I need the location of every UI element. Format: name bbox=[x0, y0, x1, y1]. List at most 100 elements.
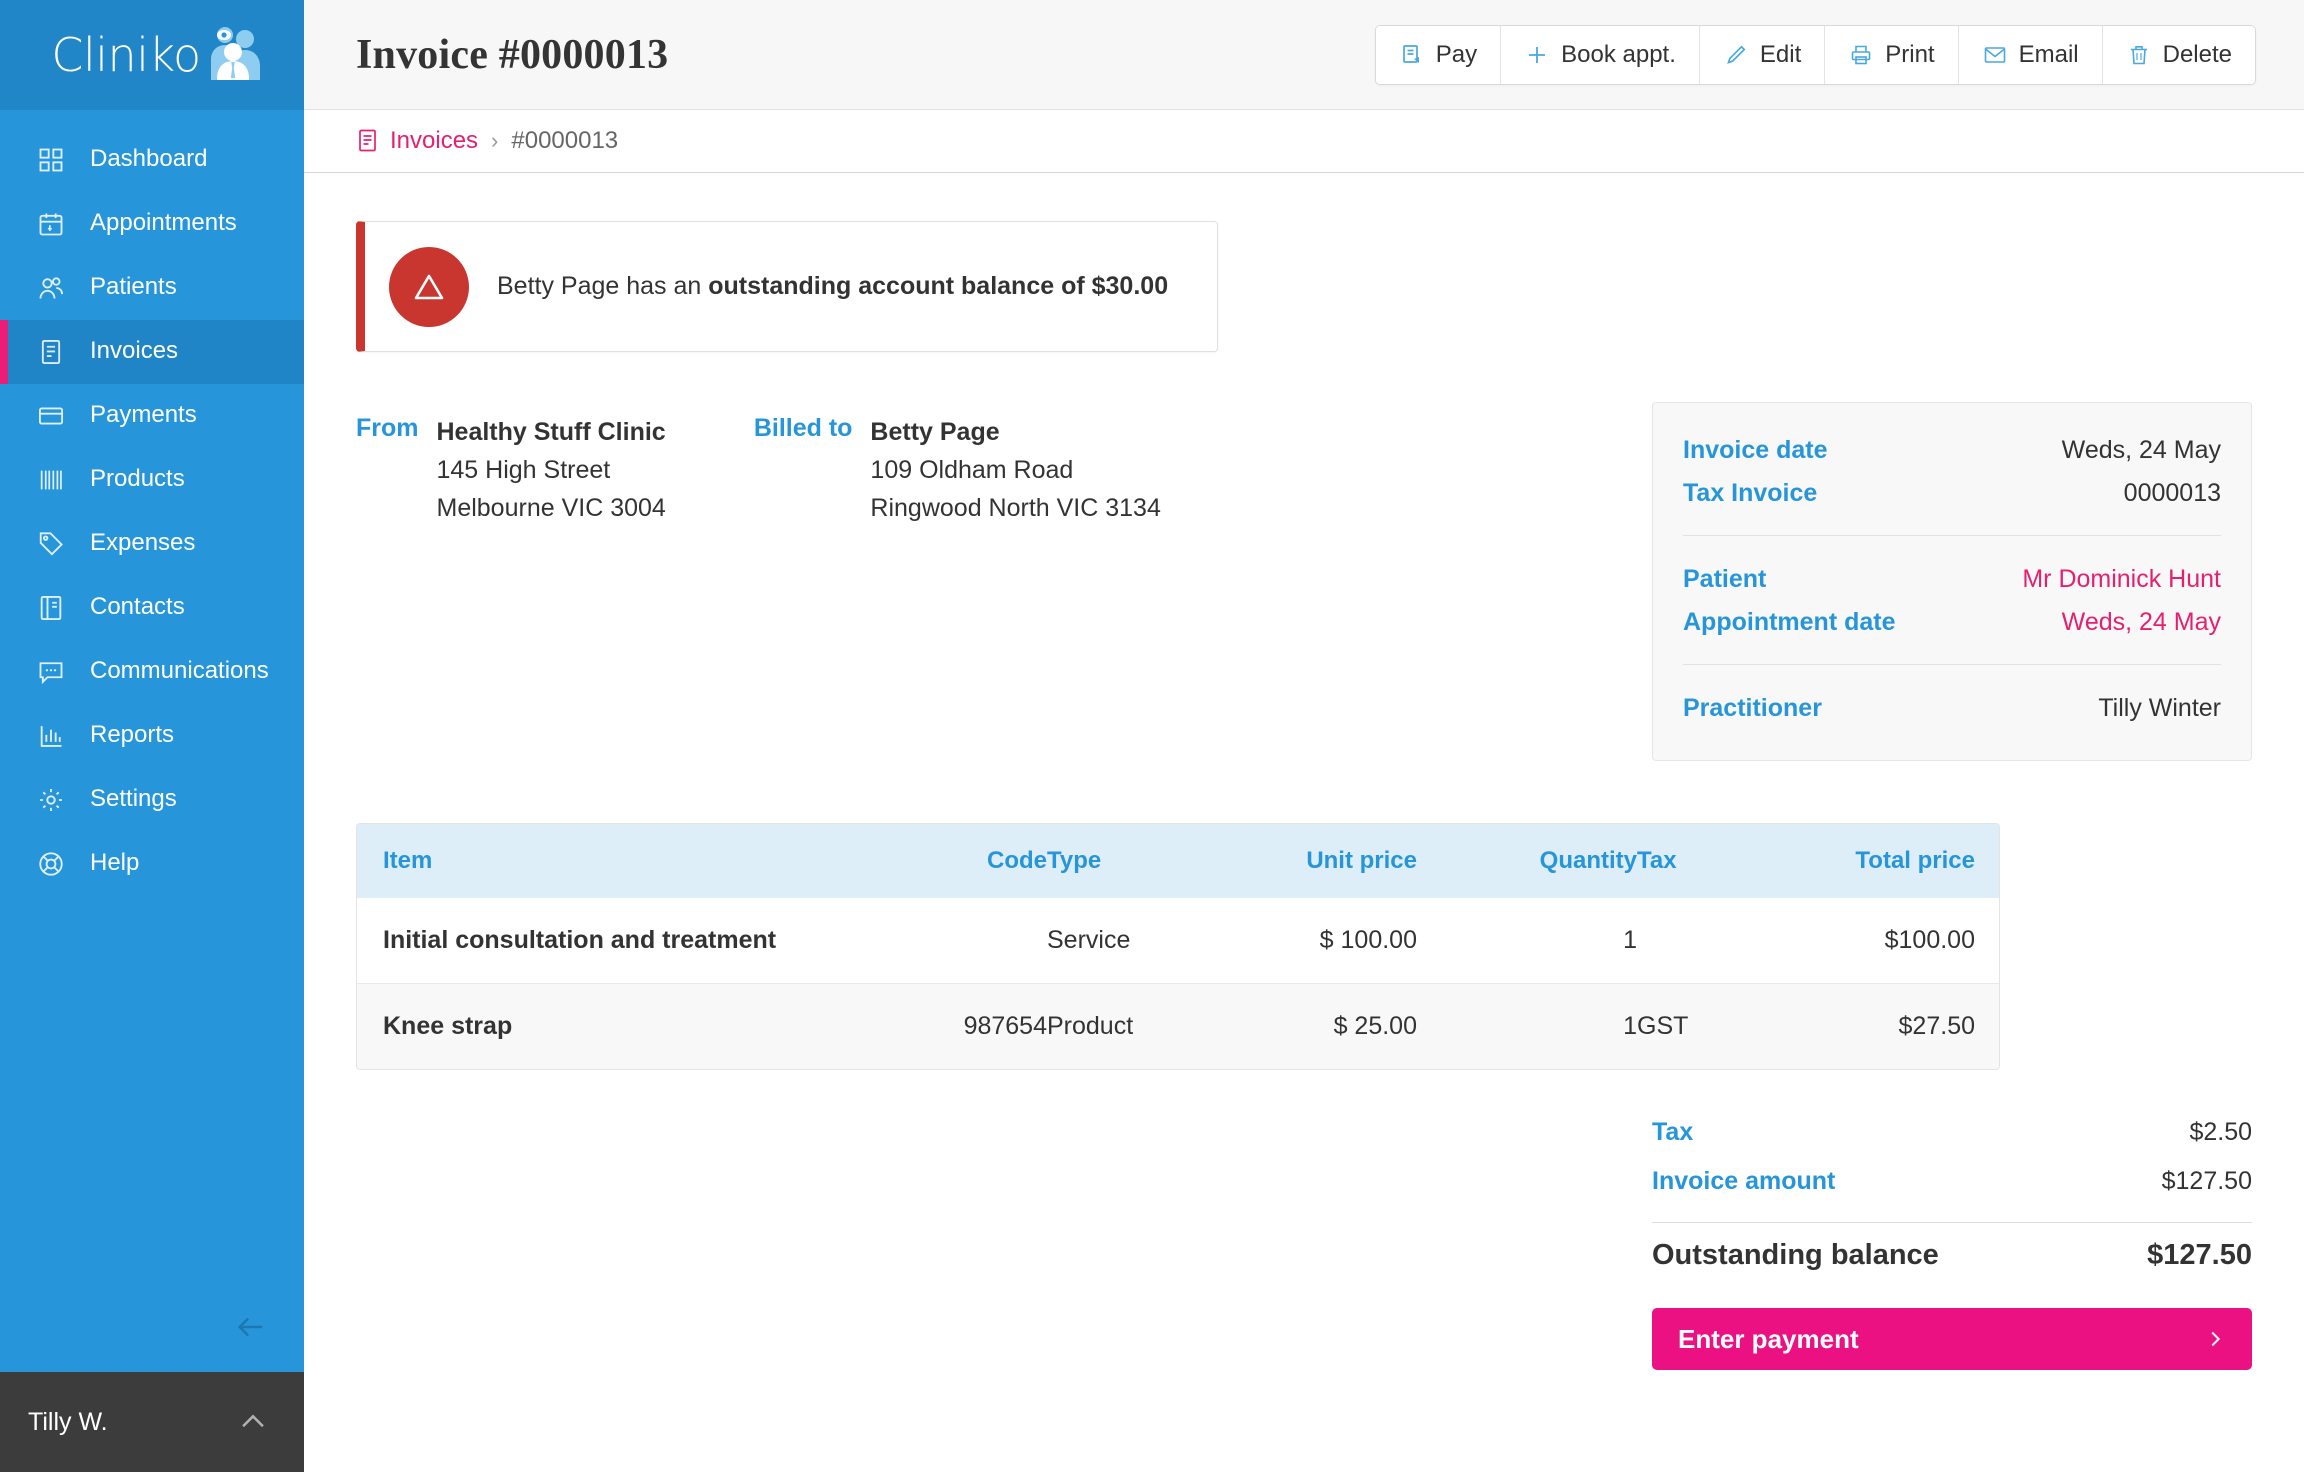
party-line2: Ringwood North VIC 3134 bbox=[870, 494, 1160, 522]
breadcrumb: Invoices › #0000013 bbox=[304, 110, 2304, 173]
appointment-date-link[interactable]: Weds, 24 May bbox=[2062, 608, 2221, 637]
address-book-icon bbox=[34, 591, 68, 625]
invoice-icon bbox=[34, 335, 68, 369]
edit-button[interactable]: Edit bbox=[1700, 26, 1825, 84]
detail-row: Practitioner Tilly Winter bbox=[1683, 687, 2221, 730]
totals-divider bbox=[1652, 1222, 2252, 1223]
barcode-icon bbox=[34, 463, 68, 497]
sidebar-item-label: Help bbox=[90, 851, 139, 877]
party-line1: 145 High Street bbox=[437, 456, 611, 484]
chevron-up-icon bbox=[236, 1405, 270, 1439]
book-appointment-button[interactable]: Book appt. bbox=[1501, 26, 1700, 84]
outstanding-balance-alert: Betty Page has an outstanding account ba… bbox=[356, 221, 1218, 352]
column-header-tax: Tax bbox=[1637, 824, 1797, 898]
table-row: Initial consultation and treatment Servi… bbox=[357, 898, 2000, 984]
sidebar-item-invoices[interactable]: Invoices bbox=[0, 320, 304, 384]
party-billed-to: Billed to Betty Page 109 Oldham Road Rin… bbox=[754, 413, 1161, 527]
detail-group: Patient Mr Dominick Hunt Appointment dat… bbox=[1683, 535, 2221, 644]
cell-unit-price: $ 25.00 bbox=[1197, 984, 1417, 1070]
delete-button[interactable]: Delete bbox=[2103, 26, 2255, 84]
alert-text-plain: Betty Page has an bbox=[497, 272, 708, 300]
arrow-left-icon[interactable] bbox=[234, 1310, 268, 1344]
page-header: Invoice #0000013 Pay bbox=[304, 0, 2304, 110]
sidebar-item-products[interactable]: Products bbox=[0, 448, 304, 512]
party-address: Healthy Stuff Clinic 145 High Street Mel… bbox=[437, 413, 666, 527]
invoice-items-table: Item Code Type Unit price Quantity Tax T… bbox=[356, 823, 2000, 1070]
grid-icon bbox=[34, 143, 68, 177]
sidebar-item-help[interactable]: Help bbox=[0, 832, 304, 896]
invoice-detail-card: Invoice date Weds, 24 May Tax Invoice 00… bbox=[1652, 402, 2252, 761]
sidebar-collapse-row bbox=[0, 1282, 304, 1372]
cell-item: Initial consultation and treatment bbox=[357, 898, 817, 984]
detail-key: Tax Invoice bbox=[1683, 479, 1817, 508]
email-button[interactable]: Email bbox=[1959, 26, 2103, 84]
table-row: Knee strap 987654 Product $ 25.00 1 GST … bbox=[357, 984, 2000, 1070]
cell-quantity: 1 bbox=[1417, 984, 1637, 1070]
sidebar-item-label: Payments bbox=[90, 403, 197, 429]
totals-value: $2.50 bbox=[2189, 1118, 2252, 1147]
alert-text-bold: outstanding account balance of $30.00 bbox=[708, 272, 1168, 300]
column-header-total-price: Total price bbox=[1797, 824, 2000, 898]
people-icon bbox=[34, 271, 68, 305]
cliniko-people-logo-icon bbox=[203, 26, 263, 84]
sidebar-item-contacts[interactable]: Contacts bbox=[0, 576, 304, 640]
column-header-unit-price: Unit price bbox=[1197, 824, 1417, 898]
print-button[interactable]: Print bbox=[1825, 26, 1958, 84]
invoice-icon bbox=[356, 128, 380, 154]
parties: From Healthy Stuff Clinic 145 High Stree… bbox=[356, 402, 1161, 527]
sidebar-item-settings[interactable]: Settings bbox=[0, 768, 304, 832]
totals-value: $127.50 bbox=[2162, 1167, 2252, 1196]
pay-button[interactable]: Pay bbox=[1376, 26, 1501, 84]
sidebar-item-dashboard[interactable]: Dashboard bbox=[0, 128, 304, 192]
sidebar-item-payments[interactable]: Payments bbox=[0, 384, 304, 448]
sidebar-item-reports[interactable]: Reports bbox=[0, 704, 304, 768]
party-label: From bbox=[356, 413, 419, 527]
detail-value: 0000013 bbox=[2124, 479, 2221, 508]
invoice-content: Betty Page has an outstanding account ba… bbox=[304, 173, 2304, 1472]
sidebar-item-label: Appointments bbox=[90, 211, 237, 237]
toolbar-label: Print bbox=[1885, 41, 1934, 69]
breadcrumb-link-invoices[interactable]: Invoices bbox=[390, 127, 478, 155]
sidebar: Cliniko bbox=[0, 0, 304, 1472]
toolbar-label: Book appt. bbox=[1561, 41, 1676, 69]
cell-type: Product bbox=[1047, 984, 1197, 1070]
alert-text: Betty Page has an outstanding account ba… bbox=[497, 270, 1168, 303]
party-line2: Melbourne VIC 3004 bbox=[437, 494, 666, 522]
sidebar-item-patients[interactable]: Patients bbox=[0, 256, 304, 320]
cell-tax bbox=[1637, 898, 1797, 984]
sidebar-item-communications[interactable]: Communications bbox=[0, 640, 304, 704]
detail-row: Invoice date Weds, 24 May bbox=[1683, 429, 2221, 472]
column-header-item: Item bbox=[357, 824, 817, 898]
detail-row: Tax Invoice 0000013 bbox=[1683, 472, 2221, 515]
patient-link[interactable]: Mr Dominick Hunt bbox=[2022, 565, 2221, 594]
breadcrumb-separator: › bbox=[491, 128, 498, 154]
outstanding-balance-label: Outstanding balance bbox=[1652, 1239, 1939, 1272]
action-toolbar: Pay Book appt. E bbox=[1375, 25, 2256, 85]
plus-icon bbox=[1524, 42, 1550, 68]
user-name: Tilly W. bbox=[28, 1408, 108, 1437]
sidebar-item-label: Settings bbox=[90, 787, 177, 813]
enter-payment-label: Enter payment bbox=[1678, 1324, 1859, 1355]
cell-unit-price: $ 100.00 bbox=[1197, 898, 1417, 984]
user-menu[interactable]: Tilly W. bbox=[0, 1372, 304, 1472]
sidebar-nav: Dashboard Appointments bbox=[0, 110, 304, 1282]
table-header-row: Item Code Type Unit price Quantity Tax T… bbox=[357, 824, 2000, 898]
column-header-type: Type bbox=[1047, 824, 1197, 898]
chat-bubble-icon bbox=[34, 655, 68, 689]
toolbar-label: Delete bbox=[2163, 41, 2232, 69]
sidebar-item-label: Dashboard bbox=[90, 147, 207, 173]
sidebar-item-appointments[interactable]: Appointments bbox=[0, 192, 304, 256]
cell-code: 987654 bbox=[817, 984, 1047, 1070]
sidebar-item-label: Contacts bbox=[90, 595, 185, 621]
detail-group: Practitioner Tilly Winter bbox=[1683, 664, 2221, 730]
chevron-right-icon bbox=[2204, 1326, 2226, 1352]
brand-logo[interactable]: Cliniko bbox=[0, 0, 304, 110]
breadcrumb-current: #0000013 bbox=[511, 127, 618, 155]
lifebuoy-icon bbox=[34, 847, 68, 881]
column-header-code: Code bbox=[817, 824, 1047, 898]
sidebar-item-expenses[interactable]: Expenses bbox=[0, 512, 304, 576]
totals-label: Tax bbox=[1652, 1118, 1693, 1147]
cell-code bbox=[817, 898, 1047, 984]
detail-row: Appointment date Weds, 24 May bbox=[1683, 601, 2221, 644]
enter-payment-button[interactable]: Enter payment bbox=[1652, 1308, 2252, 1370]
